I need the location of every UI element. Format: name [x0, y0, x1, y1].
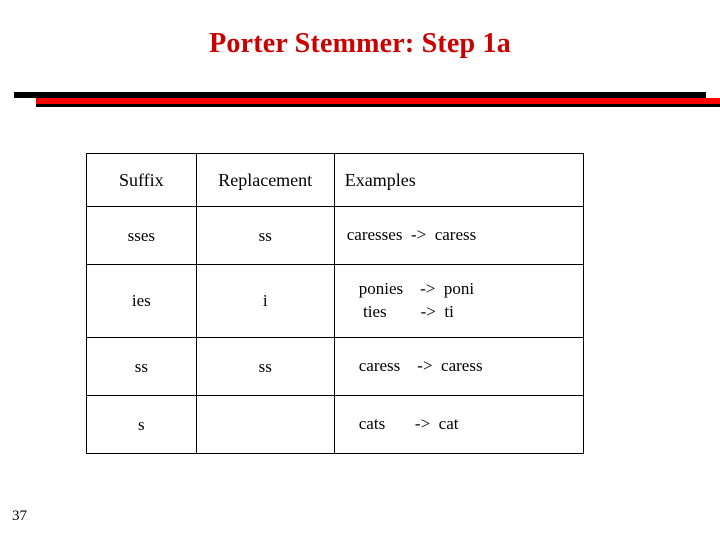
example-line: ponies -> poni	[358, 279, 475, 299]
example-line: ties -> ti	[358, 302, 454, 321]
cell-replacement: ss	[195, 337, 335, 396]
cell-examples: cats -> cat	[333, 395, 585, 454]
cell-examples: caress -> caress	[333, 337, 585, 396]
cell-examples: caresses -> caress	[333, 206, 585, 265]
table-row: ies i ponies -> poni ties -> ti	[86, 264, 585, 338]
table-row: ss ss caress -> caress	[86, 337, 585, 396]
column-header-examples: Examples	[333, 153, 585, 207]
example-line: caresses -> caress	[346, 225, 477, 245]
cell-suffix: sses	[86, 206, 197, 265]
cell-suffix: s	[86, 395, 197, 454]
example-line: caress -> caress	[358, 356, 483, 376]
page-title: Porter Stemmer: Step 1a	[209, 28, 511, 59]
column-header-suffix: Suffix	[86, 153, 197, 207]
cell-suffix: ss	[86, 337, 197, 396]
table-row: s cats -> cat	[86, 395, 585, 454]
table-row: sses ss caresses -> caress	[86, 206, 585, 265]
column-header-replacement: Replacement	[195, 153, 335, 207]
cell-examples: ponies -> poni ties -> ti	[333, 264, 585, 338]
cell-suffix: ies	[86, 264, 197, 338]
porter-stemmer-table: Suffix Replacement Examples sses ss care…	[86, 153, 585, 454]
title-divider	[14, 92, 720, 108]
page-number: 37	[12, 508, 27, 524]
example-line: cats -> cat	[358, 414, 459, 434]
table-header-row: Suffix Replacement Examples	[86, 153, 585, 207]
slide: Porter Stemmer: Step 1a Suffix Replaceme…	[0, 0, 720, 540]
cell-replacement: ss	[195, 206, 335, 265]
cell-replacement: i	[195, 264, 335, 338]
divider-black-bar-lower	[36, 104, 720, 107]
cell-replacement	[195, 395, 335, 454]
